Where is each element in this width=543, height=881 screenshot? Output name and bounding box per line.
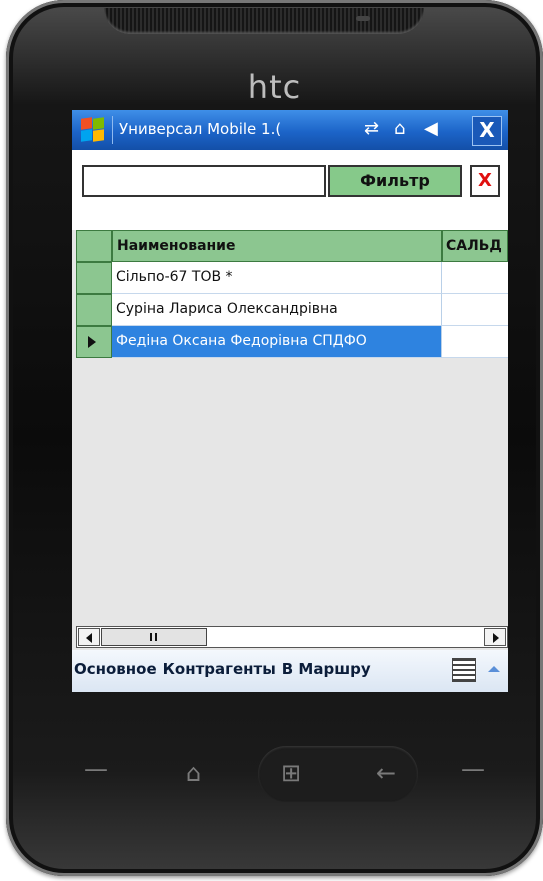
table-row-selected[interactable]: Федіна Оксана Федорівна СПДФО <box>72 326 508 358</box>
column-header-name[interactable]: Наименование <box>112 230 442 262</box>
counterparty-grid: Наименование САЛЬД Сільпо-67 ТОВ * Сурін… <box>72 230 508 626</box>
table-row[interactable]: Суріна Лариса Олександрівна <box>72 294 508 326</box>
filter-input[interactable] <box>82 165 326 197</box>
hardware-buttons: — ⌂ ⊞ ← — <box>6 740 543 810</box>
menu-item-main[interactable]: Основное <box>74 660 157 678</box>
device-screen: Универсал Mobile 1.( ⇄ ⌂ ◀ X Фильтр X На… <box>72 110 508 692</box>
clear-filter-button[interactable]: X <box>470 165 500 197</box>
row-selector[interactable] <box>76 262 112 294</box>
window-title: Универсал Mobile 1.( <box>119 120 282 138</box>
header-row-selector <box>76 230 112 262</box>
phone-answer-icon[interactable]: — <box>84 754 108 784</box>
menu-items: Основное Контрагенты В Маршру <box>74 660 377 678</box>
menu-bar: Основное Контрагенты В Маршру <box>72 650 508 692</box>
column-header-balance[interactable]: САЛЬД <box>442 230 508 262</box>
grid-header-row: Наименование САЛЬД <box>72 230 508 262</box>
keyboard-icon[interactable] <box>452 658 476 682</box>
row-selector[interactable] <box>76 326 112 358</box>
windows-start-hw-icon[interactable]: ⊞ <box>281 758 301 788</box>
filter-button[interactable]: Фильтр <box>328 165 462 197</box>
row-selector[interactable] <box>76 294 112 326</box>
home-icon[interactable]: ⌂ <box>186 758 201 788</box>
earpiece-speaker <box>104 8 424 34</box>
name-cell[interactable]: Федіна Оксана Федорівна СПДФО <box>112 326 442 358</box>
balance-cell[interactable] <box>442 294 508 326</box>
back-icon[interactable]: ← <box>376 758 396 788</box>
chevron-up-icon[interactable] <box>488 666 500 672</box>
connectivity-icon[interactable]: ⇄ <box>364 118 379 139</box>
table-row[interactable]: Сільпо-67 ТОВ * <box>72 262 508 294</box>
volume-icon[interactable]: ◀ <box>424 118 438 139</box>
windows-start-icon[interactable] <box>80 117 106 143</box>
light-sensor <box>356 16 370 21</box>
horizontal-scrollbar[interactable] <box>76 626 508 648</box>
title-bar: Универсал Mobile 1.( ⇄ ⌂ ◀ X <box>72 110 508 150</box>
balance-cell[interactable] <box>442 326 508 358</box>
signal-icon[interactable]: ⌂ <box>394 118 405 139</box>
filter-area: Фильтр X <box>72 150 508 230</box>
close-button[interactable]: X <box>472 116 502 146</box>
phone-body: htc Универсал Mobile 1.( ⇄ ⌂ ◀ X Фильтр … <box>6 0 543 876</box>
menu-item-route[interactable]: В Маршру <box>282 660 371 678</box>
scroll-right-icon[interactable] <box>484 628 506 646</box>
brand-logo: htc <box>247 68 302 106</box>
menu-item-counterparties[interactable]: Контрагенты <box>163 660 276 678</box>
scroll-left-icon[interactable] <box>78 628 100 646</box>
phone-hangup-icon[interactable]: — <box>461 754 485 784</box>
scrollbar-thumb[interactable] <box>101 628 207 646</box>
balance-cell[interactable] <box>442 262 508 294</box>
title-separator <box>112 116 113 144</box>
name-cell[interactable]: Суріна Лариса Олександрівна <box>112 294 442 326</box>
current-row-arrow-icon <box>88 336 96 348</box>
name-cell[interactable]: Сільпо-67 ТОВ * <box>112 262 442 294</box>
